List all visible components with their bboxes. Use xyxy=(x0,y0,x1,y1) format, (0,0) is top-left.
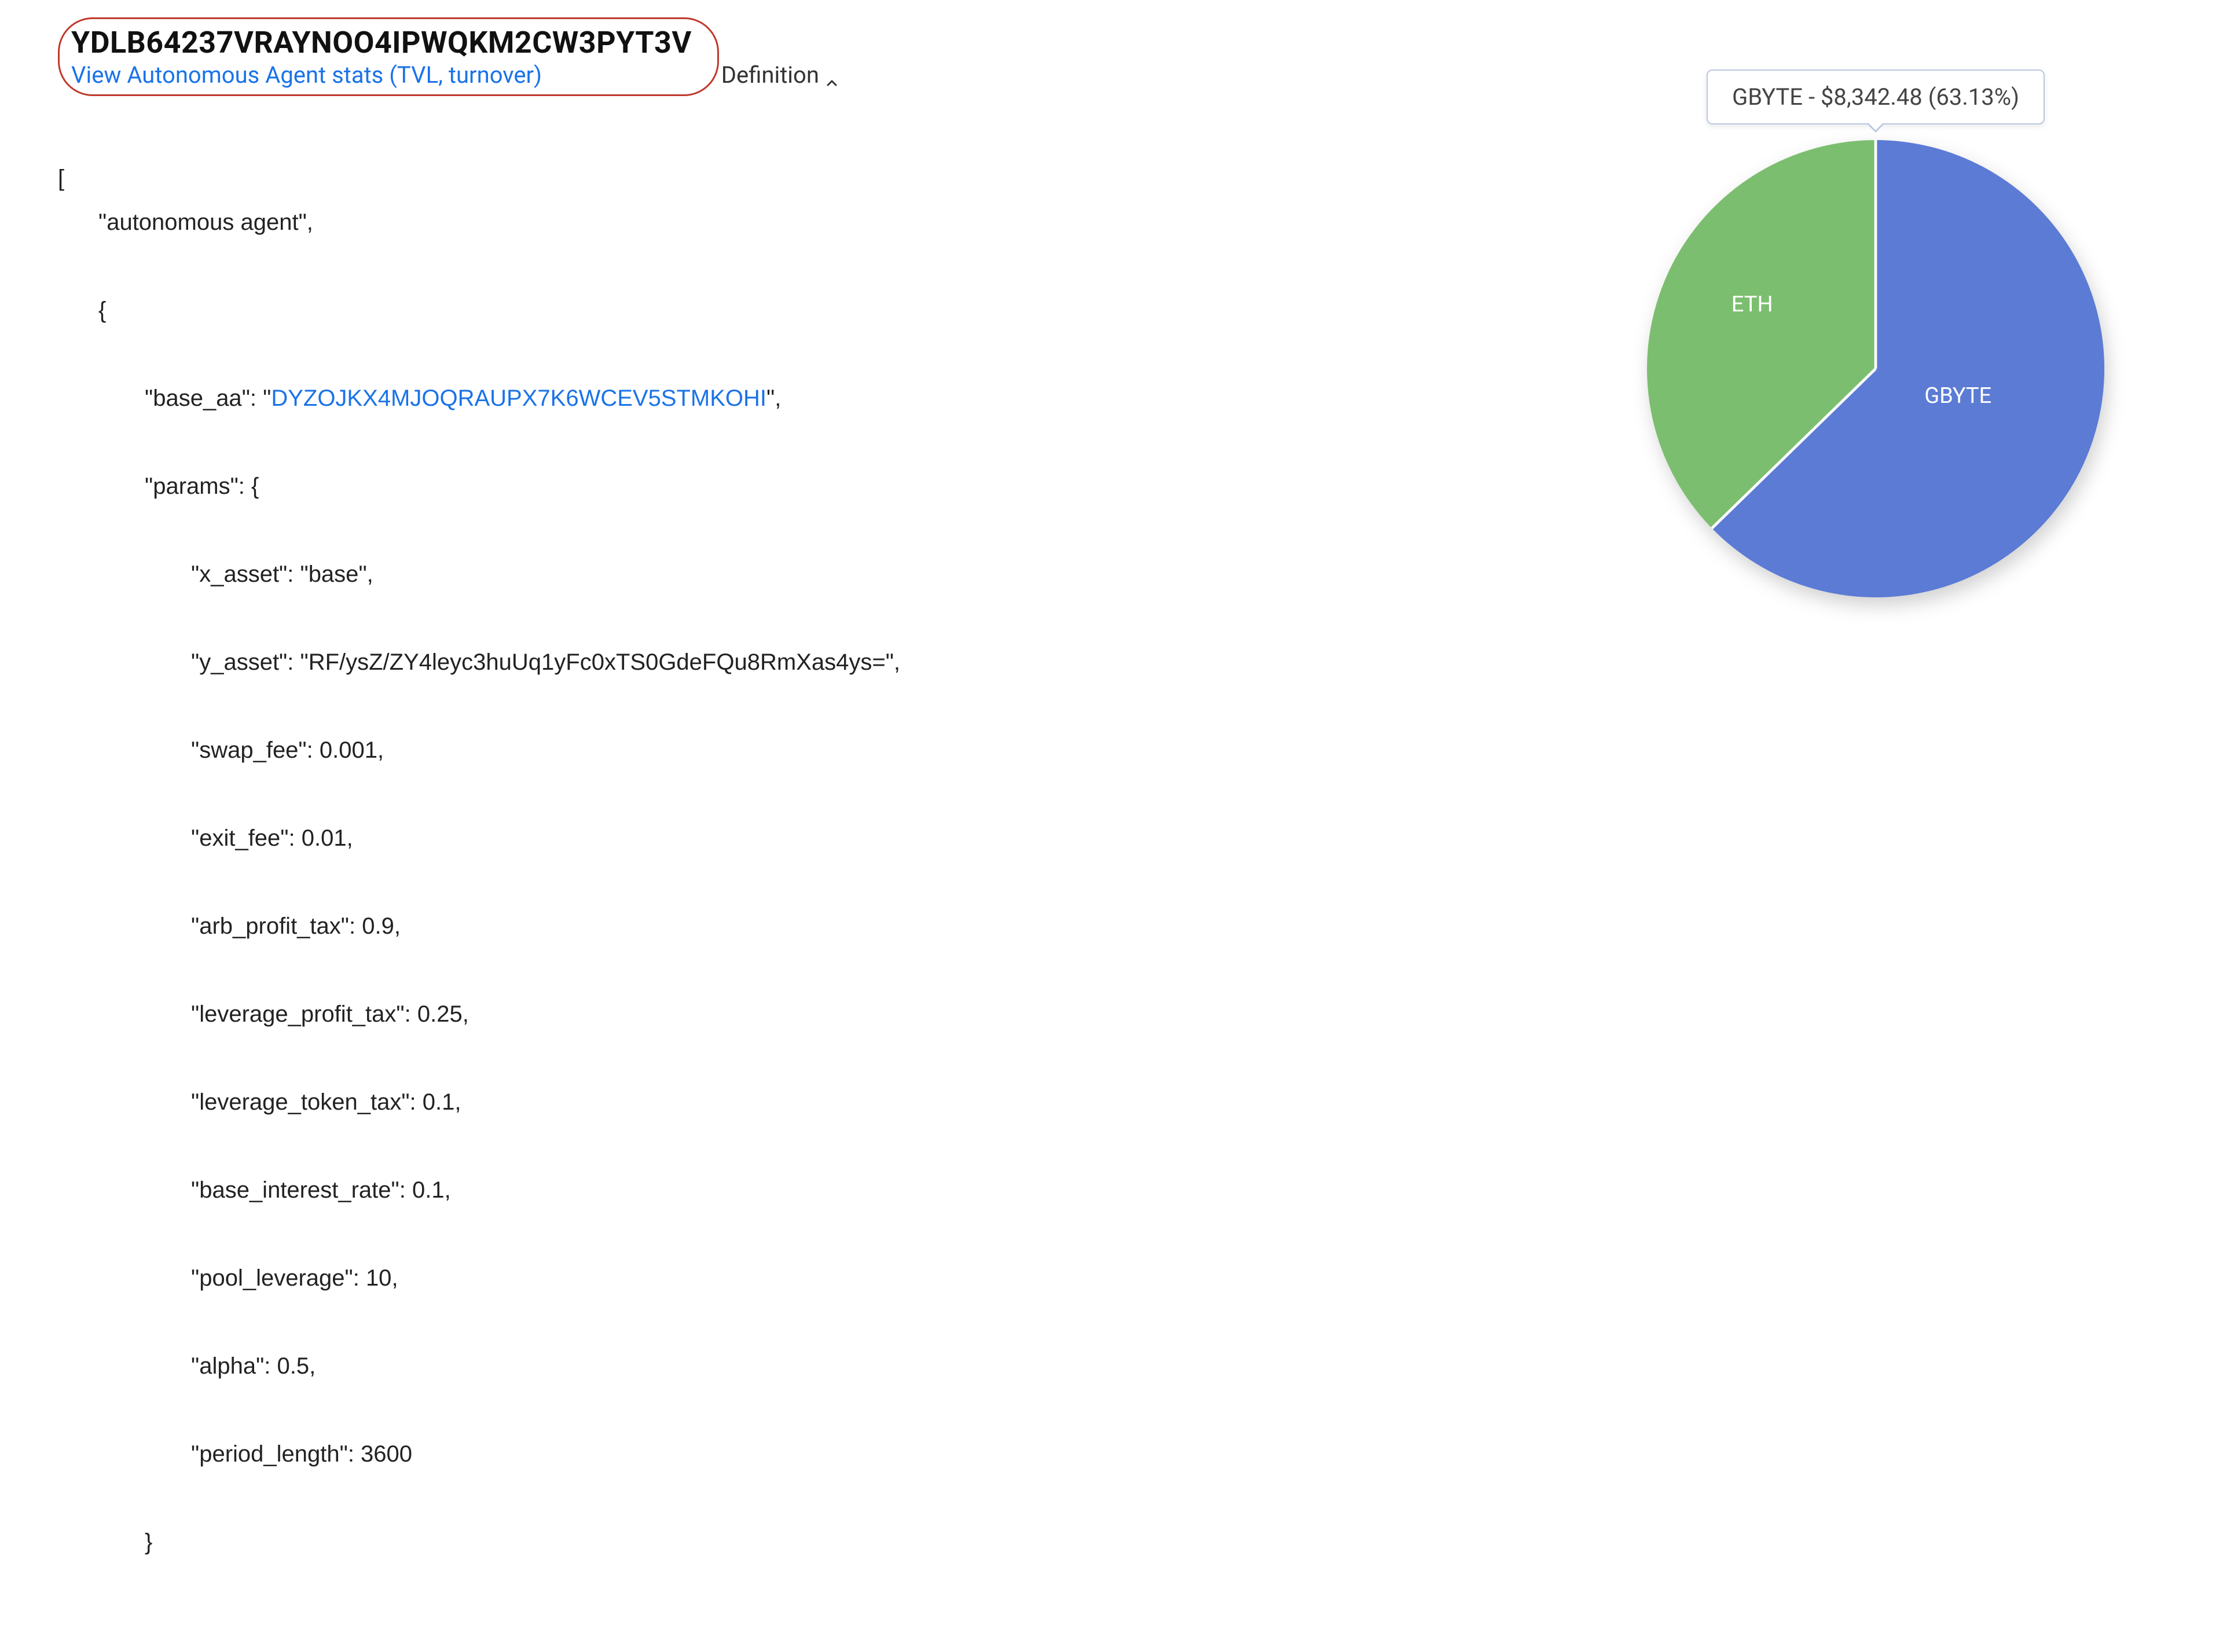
json-line: "autonomous agent", xyxy=(58,200,1389,244)
json-line: "exit_fee": 0.01, xyxy=(58,816,1389,860)
definition-label: Definition xyxy=(721,61,819,89)
json-line: "leverage_token_tax": 0.1, xyxy=(58,1080,1389,1124)
json-line: [ xyxy=(58,166,64,191)
json-line: "base_interest_rate": 0.1, xyxy=(58,1168,1389,1212)
pie-svg xyxy=(1647,140,2104,597)
definition-toggle[interactable]: Definition xyxy=(721,61,839,89)
json-line: "x_asset": "base", xyxy=(58,552,1389,596)
base-aa-link[interactable]: DYZOJKX4MJOQRAUPX7K6WCEV5STMKOHI xyxy=(271,386,766,411)
json-line: "y_asset": "RF/ysZ/ZY4leyc3huUq1yFc0xTS0… xyxy=(58,640,1389,684)
json-line: { xyxy=(58,288,1389,332)
pie-wrap: ETH GBYTE xyxy=(1647,140,2104,597)
json-line: "arb_profit_tax": 0.9, xyxy=(58,904,1389,948)
json-line: } xyxy=(58,1520,1389,1564)
stats-link[interactable]: View Autonomous Agent stats (TVL, turnov… xyxy=(71,61,542,89)
json-line: "base_aa": "DYZOJKX4MJOQRAUPX7K6WCEV5STM… xyxy=(58,376,1389,420)
chevron-up-icon xyxy=(825,68,839,82)
agent-header: YDLB64237VRAYNOO4IPWQKM2CW3PYT3V View Au… xyxy=(58,17,719,96)
tooltip-arrow-icon xyxy=(1866,123,1885,133)
tooltip-text: GBYTE - $8,342.48 (63.13%) xyxy=(1732,83,2019,111)
definition-json: [ "autonomous agent", { "base_aa": "DYZO… xyxy=(58,112,1389,1652)
json-line: "leverage_profit_tax": 0.25, xyxy=(58,992,1389,1036)
chart-tooltip: GBYTE - $8,342.48 (63.13%) xyxy=(1707,69,2045,124)
json-line: "params": { xyxy=(58,464,1389,508)
agent-address: YDLB64237VRAYNOO4IPWQKM2CW3PYT3V xyxy=(71,25,692,60)
json-line: "period_length": 3600 xyxy=(58,1432,1389,1476)
json-line: "pool_leverage": 10, xyxy=(58,1256,1389,1300)
json-line: "alpha": 0.5, xyxy=(58,1344,1389,1388)
json-line: "swap_fee": 0.001, xyxy=(58,728,1389,772)
